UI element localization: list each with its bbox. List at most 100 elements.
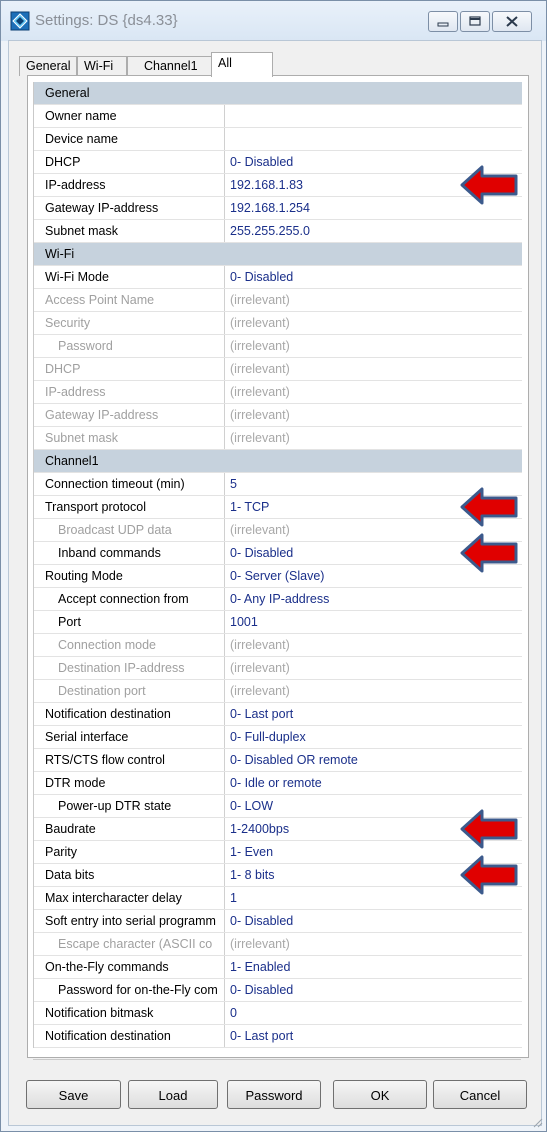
grid-bottom-border xyxy=(33,1058,521,1060)
property-value[interactable]: 0- Disabled xyxy=(226,910,514,932)
window-title: Settings: DS {ds4.33} xyxy=(35,12,178,29)
property-row[interactable]: Owner name xyxy=(34,105,522,128)
property-row[interactable]: Password for on-the-Fly com 0- Disabled xyxy=(34,979,522,1002)
save-button[interactable]: Save xyxy=(26,1080,121,1109)
property-row[interactable]: Access Point Name (irrelevant) xyxy=(34,289,522,312)
property-value[interactable]: 0- Disabled xyxy=(226,979,514,1001)
property-name: Destination port xyxy=(34,680,225,702)
property-value[interactable]: 0- Any IP-address xyxy=(226,588,514,610)
property-row[interactable]: Transport protocol 1- TCP xyxy=(34,496,522,519)
property-row[interactable]: Connection mode (irrelevant) xyxy=(34,634,522,657)
minimize-button[interactable] xyxy=(428,11,458,32)
property-row[interactable]: Notification destination 0- Last port xyxy=(34,703,522,726)
property-row[interactable]: DTR mode 0- Idle or remote xyxy=(34,772,522,795)
property-name: Security xyxy=(34,312,225,334)
tab-general[interactable]: General xyxy=(19,56,77,76)
property-row[interactable]: IP-address (irrelevant) xyxy=(34,381,522,404)
property-value: (irrelevant) xyxy=(230,408,290,422)
property-row[interactable]: Soft entry into serial programm 0- Disabl… xyxy=(34,910,522,933)
property-row[interactable]: Wi-Fi Mode 0- Disabled xyxy=(34,266,522,289)
property-row[interactable]: Power-up DTR state 0- LOW xyxy=(34,795,522,818)
property-value[interactable]: 0- Disabled xyxy=(226,266,514,288)
property-value[interactable] xyxy=(226,105,514,127)
property-value[interactable]: 1- Enabled xyxy=(226,956,514,978)
section-header: Channel1 xyxy=(34,450,522,473)
property-row[interactable]: DHCP 0- Disabled xyxy=(34,151,522,174)
property-row[interactable]: IP-address 192.168.1.83 xyxy=(34,174,522,197)
property-name: On-the-Fly commands xyxy=(34,956,225,978)
property-value: (irrelevant) xyxy=(230,362,290,376)
property-name: Inband commands xyxy=(34,542,225,564)
property-row[interactable]: On-the-Fly commands 1- Enabled xyxy=(34,956,522,979)
property-row[interactable]: DHCP (irrelevant) xyxy=(34,358,522,381)
property-row[interactable]: Password (irrelevant) xyxy=(34,335,522,358)
property-name: Connection mode xyxy=(34,634,225,656)
property-name: Broadcast UDP data xyxy=(34,519,225,541)
title-bar[interactable]: Settings: DS {ds4.33} xyxy=(1,1,546,41)
property-value[interactable]: 0 xyxy=(226,1002,514,1024)
property-row[interactable]: Serial interface 0- Full-duplex xyxy=(34,726,522,749)
property-row[interactable]: Port 1001 xyxy=(34,611,522,634)
cancel-button[interactable]: Cancel xyxy=(433,1080,527,1109)
property-row[interactable]: Destination IP-address (irrelevant) xyxy=(34,657,522,680)
property-row[interactable]: Connection timeout (min) 5 xyxy=(34,473,522,496)
password-button[interactable]: Password xyxy=(227,1080,321,1109)
property-name: Subnet mask xyxy=(34,427,225,449)
property-row[interactable]: Max intercharacter delay 1 xyxy=(34,887,522,910)
property-name: Power-up DTR state xyxy=(34,795,225,817)
property-row[interactable]: RTS/CTS flow control 0- Disabled OR remot… xyxy=(34,749,522,772)
property-value[interactable] xyxy=(226,128,514,150)
tab-label: All xyxy=(218,56,232,70)
property-row[interactable]: Destination port (irrelevant) xyxy=(34,680,522,703)
property-row[interactable]: Notification bitmask 0 xyxy=(34,1002,522,1025)
property-row[interactable]: Subnet mask (irrelevant) xyxy=(34,427,522,450)
property-value[interactable]: 0- Last port xyxy=(226,1025,514,1047)
property-value[interactable]: 0- Idle or remote xyxy=(226,772,514,794)
property-row[interactable]: Subnet mask 255.255.255.0 xyxy=(34,220,522,243)
tab-label: General xyxy=(26,59,71,73)
section-title: General xyxy=(45,86,90,100)
property-value[interactable]: 0- Disabled OR remote xyxy=(226,749,514,771)
property-name: Parity xyxy=(34,841,225,863)
property-row[interactable]: Accept connection from 0- Any IP-address xyxy=(34,588,522,611)
property-row[interactable]: Gateway IP-address 192.168.1.254 xyxy=(34,197,522,220)
property-name: Port xyxy=(34,611,225,633)
property-name: Connection timeout (min) xyxy=(34,473,225,495)
property-value: (irrelevant) xyxy=(230,431,290,445)
ok-button[interactable]: OK xyxy=(333,1080,427,1109)
property-row[interactable]: Inband commands 0- Disabled xyxy=(34,542,522,565)
red-arrow-icon xyxy=(460,533,518,573)
property-name: DHCP xyxy=(34,358,225,380)
property-name: Gateway IP-address xyxy=(34,197,225,219)
close-button[interactable] xyxy=(492,11,532,32)
property-row[interactable]: Security (irrelevant) xyxy=(34,312,522,335)
property-row[interactable]: Parity 1- Even xyxy=(34,841,522,864)
load-button[interactable]: Load xyxy=(128,1080,218,1109)
property-value[interactable]: 0- Full-duplex xyxy=(226,726,514,748)
property-row[interactable]: Routing Mode 0- Server (Slave) xyxy=(34,565,522,588)
property-name: Notification destination xyxy=(34,703,225,725)
maximize-button[interactable] xyxy=(460,11,490,32)
property-row[interactable]: Baudrate 1-2400bps xyxy=(34,818,522,841)
property-value[interactable]: 1001 xyxy=(226,611,514,633)
property-name: Data bits xyxy=(34,864,225,886)
property-row[interactable]: Notification destination 0- Last port xyxy=(34,1025,522,1048)
property-value[interactable]: 0- Last port xyxy=(226,703,514,725)
resize-grip-icon[interactable] xyxy=(531,1116,543,1128)
property-row[interactable]: Escape character (ASCII co (irrelevant) xyxy=(34,933,522,956)
property-value: (irrelevant) xyxy=(230,385,290,399)
property-value[interactable]: 255.255.255.0 xyxy=(226,220,514,242)
property-row[interactable]: Gateway IP-address (irrelevant) xyxy=(34,404,522,427)
property-row[interactable]: Device name xyxy=(34,128,522,151)
tab-channel1[interactable]: Channel1 xyxy=(127,56,213,76)
property-value: (irrelevant) xyxy=(230,638,290,652)
tab-label: Channel1 xyxy=(144,59,198,73)
property-name: Escape character (ASCII co xyxy=(34,933,225,955)
section-header: Wi-Fi xyxy=(34,243,522,266)
property-row[interactable]: Data bits 1- 8 bits xyxy=(34,864,522,887)
property-row[interactable]: Broadcast UDP data (irrelevant) xyxy=(34,519,522,542)
property-name: Routing Mode xyxy=(34,565,225,587)
tab-wifi[interactable]: Wi-Fi xyxy=(77,56,127,76)
red-arrow-icon xyxy=(460,855,518,895)
tab-all[interactable]: All xyxy=(211,52,273,77)
